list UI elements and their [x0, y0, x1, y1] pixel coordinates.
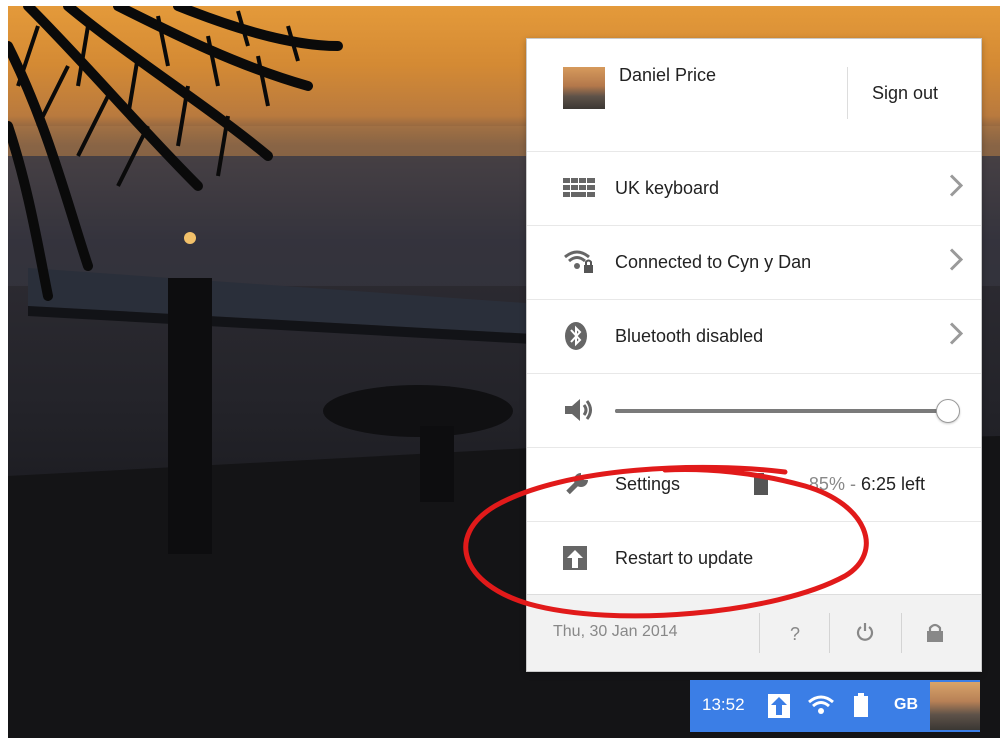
update-arrow-icon [563, 546, 587, 570]
volume-slider-thumb[interactable] [936, 399, 960, 423]
chevron-right-icon [949, 322, 964, 351]
user-name: Daniel Price [619, 65, 717, 85]
chevron-right-icon [949, 174, 964, 203]
shelf-clock: 13:52 [702, 695, 745, 714]
wifi-icon [808, 695, 834, 720]
shelf-locale: GB [894, 696, 918, 713]
volume-slider-fill [615, 409, 947, 413]
bluetooth-icon [563, 321, 589, 351]
sign-out-button[interactable]: Sign out [872, 83, 938, 104]
divider [759, 613, 760, 653]
power-icon [855, 622, 875, 647]
divider [847, 67, 848, 119]
battery-icon [563, 473, 959, 495]
speaker-icon[interactable] [563, 396, 595, 424]
divider [829, 613, 830, 653]
keyboard-icon [563, 178, 595, 198]
system-tray-menu: Daniel Price Sign out UK keyboard Connec… [526, 38, 982, 672]
restart-to-update-label: Restart to update [615, 547, 754, 568]
keyboard-row[interactable]: UK keyboard [527, 151, 981, 226]
divider [901, 613, 902, 653]
user-row: Daniel Price Sign out [527, 39, 981, 152]
wifi-secure-icon [563, 249, 595, 275]
chevron-right-icon [949, 248, 964, 277]
help-button[interactable]: ? [775, 615, 815, 653]
power-button[interactable] [845, 615, 885, 653]
battery-icon [854, 693, 868, 722]
volume-row [527, 373, 981, 448]
bluetooth-label: Bluetooth disabled [615, 325, 764, 346]
lock-button[interactable] [915, 615, 955, 653]
update-arrow-icon [768, 694, 790, 723]
volume-slider[interactable] [615, 399, 960, 423]
tray-footer: Thu, 30 Jan 2014 ? [527, 594, 981, 671]
lock-icon [926, 622, 944, 647]
network-label: Connected to Cyn y Dan [615, 251, 812, 272]
restart-to-update-row[interactable]: Restart to update [527, 521, 981, 595]
network-row[interactable]: Connected to Cyn y Dan [527, 225, 981, 300]
bluetooth-row[interactable]: Bluetooth disabled [527, 299, 981, 374]
date-label: Thu, 30 Jan 2014 [553, 623, 678, 640]
shelf-avatar[interactable] [930, 682, 980, 730]
keyboard-label: UK keyboard [615, 177, 720, 198]
shelf-status-area[interactable]: 13:52 GB [690, 680, 980, 732]
settings-row[interactable]: Settings 85% - 6:25 left [527, 447, 981, 522]
user-avatar [563, 67, 605, 109]
